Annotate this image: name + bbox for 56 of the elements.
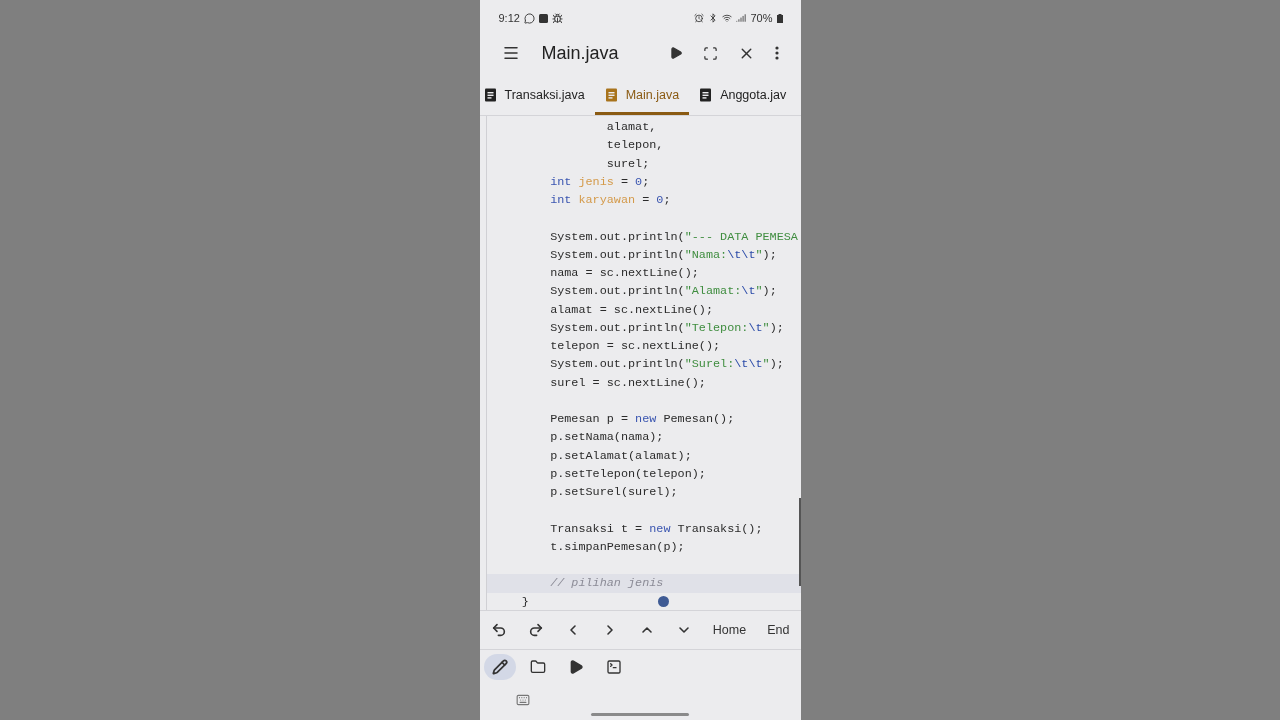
battery-level: 70% [750,12,773,24]
code-line: int jenis = 0; [549,173,650,191]
code-line: p.setNama(nama); [549,429,664,447]
file-title: Main.java [541,42,620,64]
app-icon [538,13,548,23]
menu-icon [501,44,520,62]
code-line: System.out.println("Surel:\t\t"); [549,356,784,374]
code-line: t.simpanPemesan(p); [549,538,685,556]
code-line: p.setAlamat(alamat); [549,447,692,465]
clock: 9:12 [498,12,520,24]
code-line: p.setTelepon(telepon); [549,465,706,483]
code-line: telepon = sc.nextLine(); [549,338,721,355]
code-line: Pemesan p = new Pemesan(); [549,411,735,428]
document-icon [699,88,713,102]
code-line: Transaksi t = new Transaksi(); [549,520,763,538]
code-line: alamat = sc.nextLine(); [549,301,713,319]
folder-icon [529,658,546,675]
code-line: System.out.println("Telepon:\t"); [549,319,784,337]
code-editor[interactable] [485,116,801,610]
scrollbar[interactable] [798,498,801,586]
key-button[interactable]: Home [707,619,752,641]
wifi-icon [722,13,733,23]
code-line: telepon, [605,137,664,155]
file-tab[interactable]: Main.java [594,78,690,115]
redo-icon [527,622,544,638]
signal-icon [736,13,747,23]
code-line: System.out.println("Alamat:\t"); [549,283,777,301]
undo-icon [490,622,507,638]
alarm-icon [694,13,705,23]
code-line: int karyawan = 0; [549,192,671,209]
keyboard-button[interactable] [515,693,530,707]
bug-icon [551,12,563,24]
file-tab[interactable]: Transaksi.java [479,78,595,115]
cursor-handle[interactable] [657,596,669,607]
code-line: } [520,593,529,610]
play-icon [668,46,683,60]
battery-icon [776,13,783,23]
code-line: System.out.println("Nama:\t\t"); [549,246,777,264]
chat-icon [523,12,535,24]
code-line: nama = sc.nextLine(); [549,265,699,282]
code-line: p.setSurel(surel); [549,484,678,501]
code-line: System.out.println("--- DATA PEMESA [549,228,798,246]
document-icon [604,88,618,102]
code-line: surel = sc.nextLine(); [549,374,706,392]
bluetooth-icon [708,13,719,23]
pencil-icon [491,658,508,675]
fullscreen-icon [702,45,718,61]
more-icon [774,46,779,60]
file-tab[interactable]: Anggota.jav [689,78,797,115]
code-line: alamat, [605,119,657,136]
keyboard-icon [515,693,530,707]
code-line: surel; [605,155,650,173]
terminal-icon [605,658,622,675]
document-icon [483,88,497,102]
edit-tool-button[interactable] [483,653,516,680]
key-button[interactable]: End [762,619,795,641]
